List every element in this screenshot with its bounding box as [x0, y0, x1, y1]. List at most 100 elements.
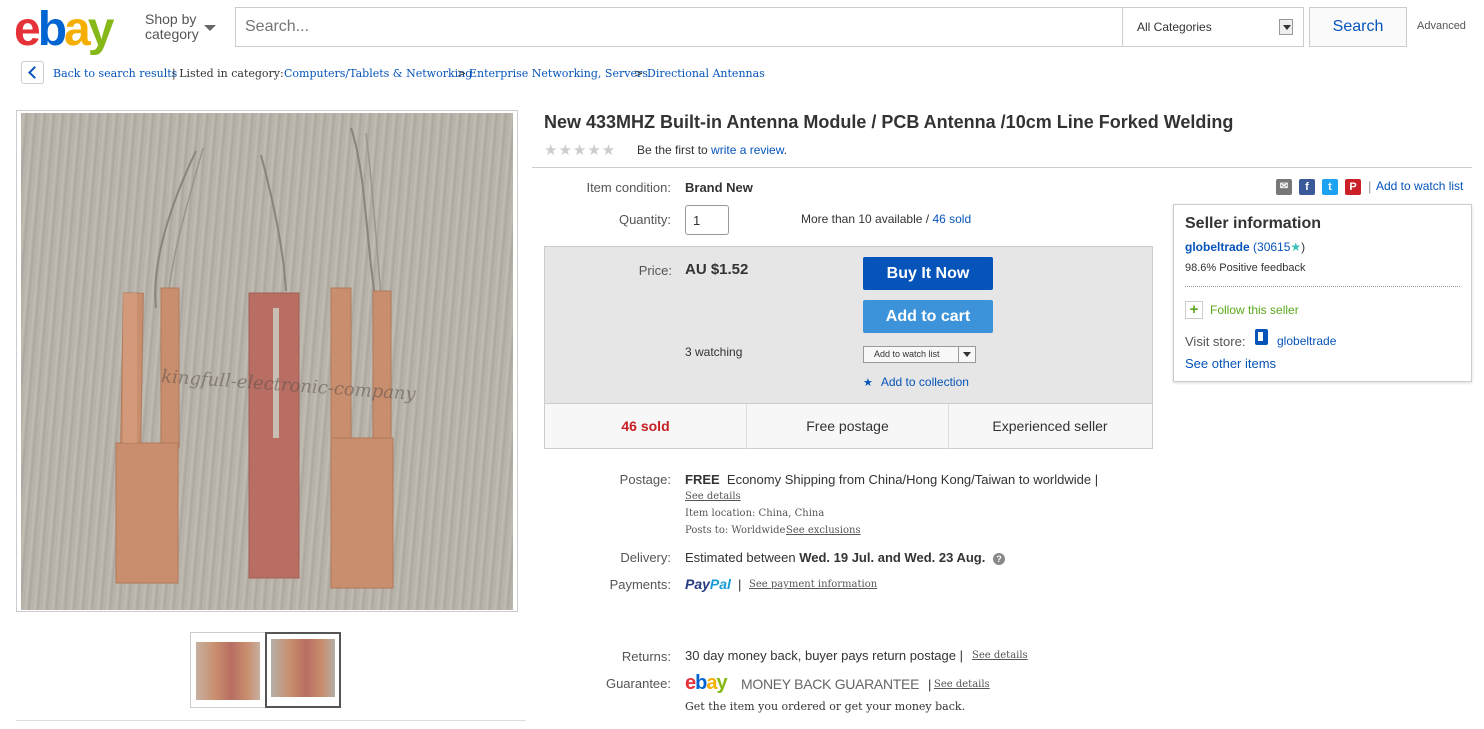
seller-score-link[interactable]: (30615	[1253, 240, 1290, 254]
thumbnail-image	[271, 639, 335, 697]
search-bar: All Categories	[235, 7, 1304, 47]
payment-info-link[interactable]: See payment information	[749, 579, 877, 590]
breadcrumb-item[interactable]: Enterprise Networking, Servers	[469, 67, 648, 80]
condition-value: Brand New	[685, 180, 753, 195]
seller-information-box: Seller information globeltrade (30615★) …	[1173, 204, 1472, 382]
delivery-label: Delivery:	[620, 550, 671, 565]
condition-label: Item condition:	[586, 180, 671, 195]
follow-seller-link[interactable]: Follow this seller	[1210, 303, 1299, 317]
dropdown-arrow-icon[interactable]	[1279, 19, 1293, 35]
logo-letter: b	[37, 3, 67, 56]
advanced-search-link[interactable]: Advanced	[1417, 20, 1466, 32]
dropdown-arrow-icon[interactable]	[958, 347, 975, 362]
add-to-cart-button[interactable]: Add to cart	[863, 300, 993, 333]
sold-count-badge: 46 sold	[545, 404, 747, 449]
positive-feedback: 98.6% Positive feedback	[1185, 262, 1306, 274]
back-to-search-link[interactable]: Back to search results	[53, 67, 177, 80]
pinterest-icon[interactable]: P	[1345, 179, 1361, 195]
guarantee-label: Guarantee:	[605, 676, 671, 691]
see-exclusions-link[interactable]: See exclusions	[786, 525, 861, 536]
paypal-pay: Pay	[685, 576, 710, 592]
email-icon[interactable]: ✉	[1276, 179, 1292, 195]
star-icon: ★	[863, 377, 873, 389]
item-title: New 433MHZ Built-in Antenna Module / PCB…	[544, 112, 1234, 132]
category-select-value: All Categories	[1137, 20, 1212, 34]
separator: |	[738, 577, 742, 592]
add-to-collection-link[interactable]: ★ Add to collection	[863, 375, 969, 389]
divider	[1185, 286, 1460, 287]
seller-heading: Seller information	[1185, 215, 1322, 232]
rating-stars: ★★★★★	[544, 142, 617, 159]
price-label: Price:	[638, 263, 672, 278]
separator: |	[1368, 179, 1372, 194]
delivery-prefix: Estimated between	[685, 550, 796, 565]
thumbnail-2[interactable]	[265, 632, 341, 708]
postage-details-link[interactable]: See details	[685, 491, 741, 502]
back-arrow-icon[interactable]	[21, 61, 44, 84]
visit-store-label: Visit store:	[1185, 334, 1246, 349]
breadcrumb-item[interactable]: Computers/Tablets & Networking	[284, 67, 472, 80]
category-label: category	[145, 26, 199, 42]
review-line: Be the first to write a review.	[637, 143, 787, 157]
returns-details-link[interactable]: See details	[972, 650, 1028, 661]
feedback-star-icon: ★	[1290, 240, 1302, 254]
watch-list-label: Add to watch list	[874, 349, 940, 359]
highlights-bar: 46 sold Free postage Experienced seller	[545, 403, 1152, 449]
ebay-logo[interactable]: ebay	[14, 2, 114, 57]
money-back-guarantee: MONEY BACK GUARANTEE	[741, 676, 920, 692]
score-close: )	[1301, 240, 1306, 254]
price-value: AU $1.52	[685, 261, 749, 278]
availability-text: More than 10 available /	[801, 212, 930, 226]
logo-letter: y	[716, 672, 727, 694]
paypal-logo: PayPal	[685, 576, 731, 592]
review-prefix: Be the first to	[637, 143, 708, 157]
postage-info: FREE Economy Shipping from China/Hong Ko…	[685, 472, 1098, 487]
help-icon[interactable]: ?	[992, 553, 1005, 565]
category-select[interactable]: All Categories	[1122, 8, 1303, 46]
add-to-watch-list-button[interactable]: Add to watch list	[863, 346, 976, 363]
twitter-icon[interactable]: t	[1322, 179, 1338, 195]
delivery-estimate: Estimated between Wed. 19 Jul. and Wed. …	[685, 550, 1005, 565]
chevron-down-icon[interactable]	[204, 25, 216, 31]
plus-icon[interactable]: +	[1185, 301, 1203, 319]
breadcrumb-separator: >	[457, 67, 467, 80]
review-suffix: .	[783, 143, 788, 157]
thumbnail-image	[196, 642, 260, 700]
divider	[532, 167, 1472, 168]
search-input[interactable]	[236, 8, 1122, 46]
quantity-input[interactable]	[685, 205, 729, 235]
breadcrumb-item[interactable]: Directional Antennas	[647, 67, 765, 80]
delivery-dates: Wed. 19 Jul. and Wed. 23 Aug.	[799, 550, 986, 565]
sold-count-link[interactable]: 46 sold	[932, 212, 971, 226]
guarantee-text: Get the item you ordered or get your mon…	[685, 700, 966, 713]
see-other-items-link[interactable]: See other items	[1185, 356, 1276, 371]
search-button[interactable]: Search	[1309, 7, 1407, 47]
store-name-link[interactable]: globeltrade	[1277, 334, 1336, 348]
item-location: Item location: China, China	[685, 508, 825, 519]
add-to-watch-list-link[interactable]: Add to watch list	[1376, 179, 1463, 193]
facebook-icon[interactable]: f	[1299, 179, 1315, 195]
write-review-link[interactable]: write a review	[711, 143, 784, 157]
postage-label: Postage:	[619, 472, 671, 487]
main-product-image[interactable]: kingfull-electronic-company	[16, 110, 518, 612]
returns-text: 30 day money back, buyer pays return pos…	[685, 648, 963, 663]
availability: More than 10 available / 46 sold	[801, 212, 971, 226]
shop-by-label: Shop by	[145, 11, 197, 27]
ebay-guarantee-logo: ebay	[685, 672, 728, 695]
free-postage-badge: Free postage	[747, 404, 949, 449]
payments-label: Payments:	[609, 577, 671, 592]
separator: |	[928, 677, 932, 692]
shop-by-category-button[interactable]: Shop by category	[145, 12, 199, 42]
posts-to: Posts to: Worldwide	[685, 525, 786, 536]
price-panel: Price: AU $1.52 Buy It Now Add to cart 3…	[544, 246, 1153, 449]
experienced-seller-badge: Experienced seller	[992, 418, 1108, 434]
add-collection-label: Add to collection	[880, 375, 969, 389]
guarantee-details-link[interactable]: See details	[934, 679, 990, 690]
antenna-illustration	[115, 127, 394, 589]
seller-name-line: globeltrade (30615★)	[1185, 240, 1305, 254]
logo-letter: e	[685, 672, 696, 694]
seller-name-link[interactable]: globeltrade	[1185, 240, 1250, 254]
thumbnail-1[interactable]	[190, 632, 266, 708]
header: ebay Shop by category All Categories Sea…	[0, 0, 1484, 58]
buy-it-now-button[interactable]: Buy It Now	[863, 257, 993, 290]
